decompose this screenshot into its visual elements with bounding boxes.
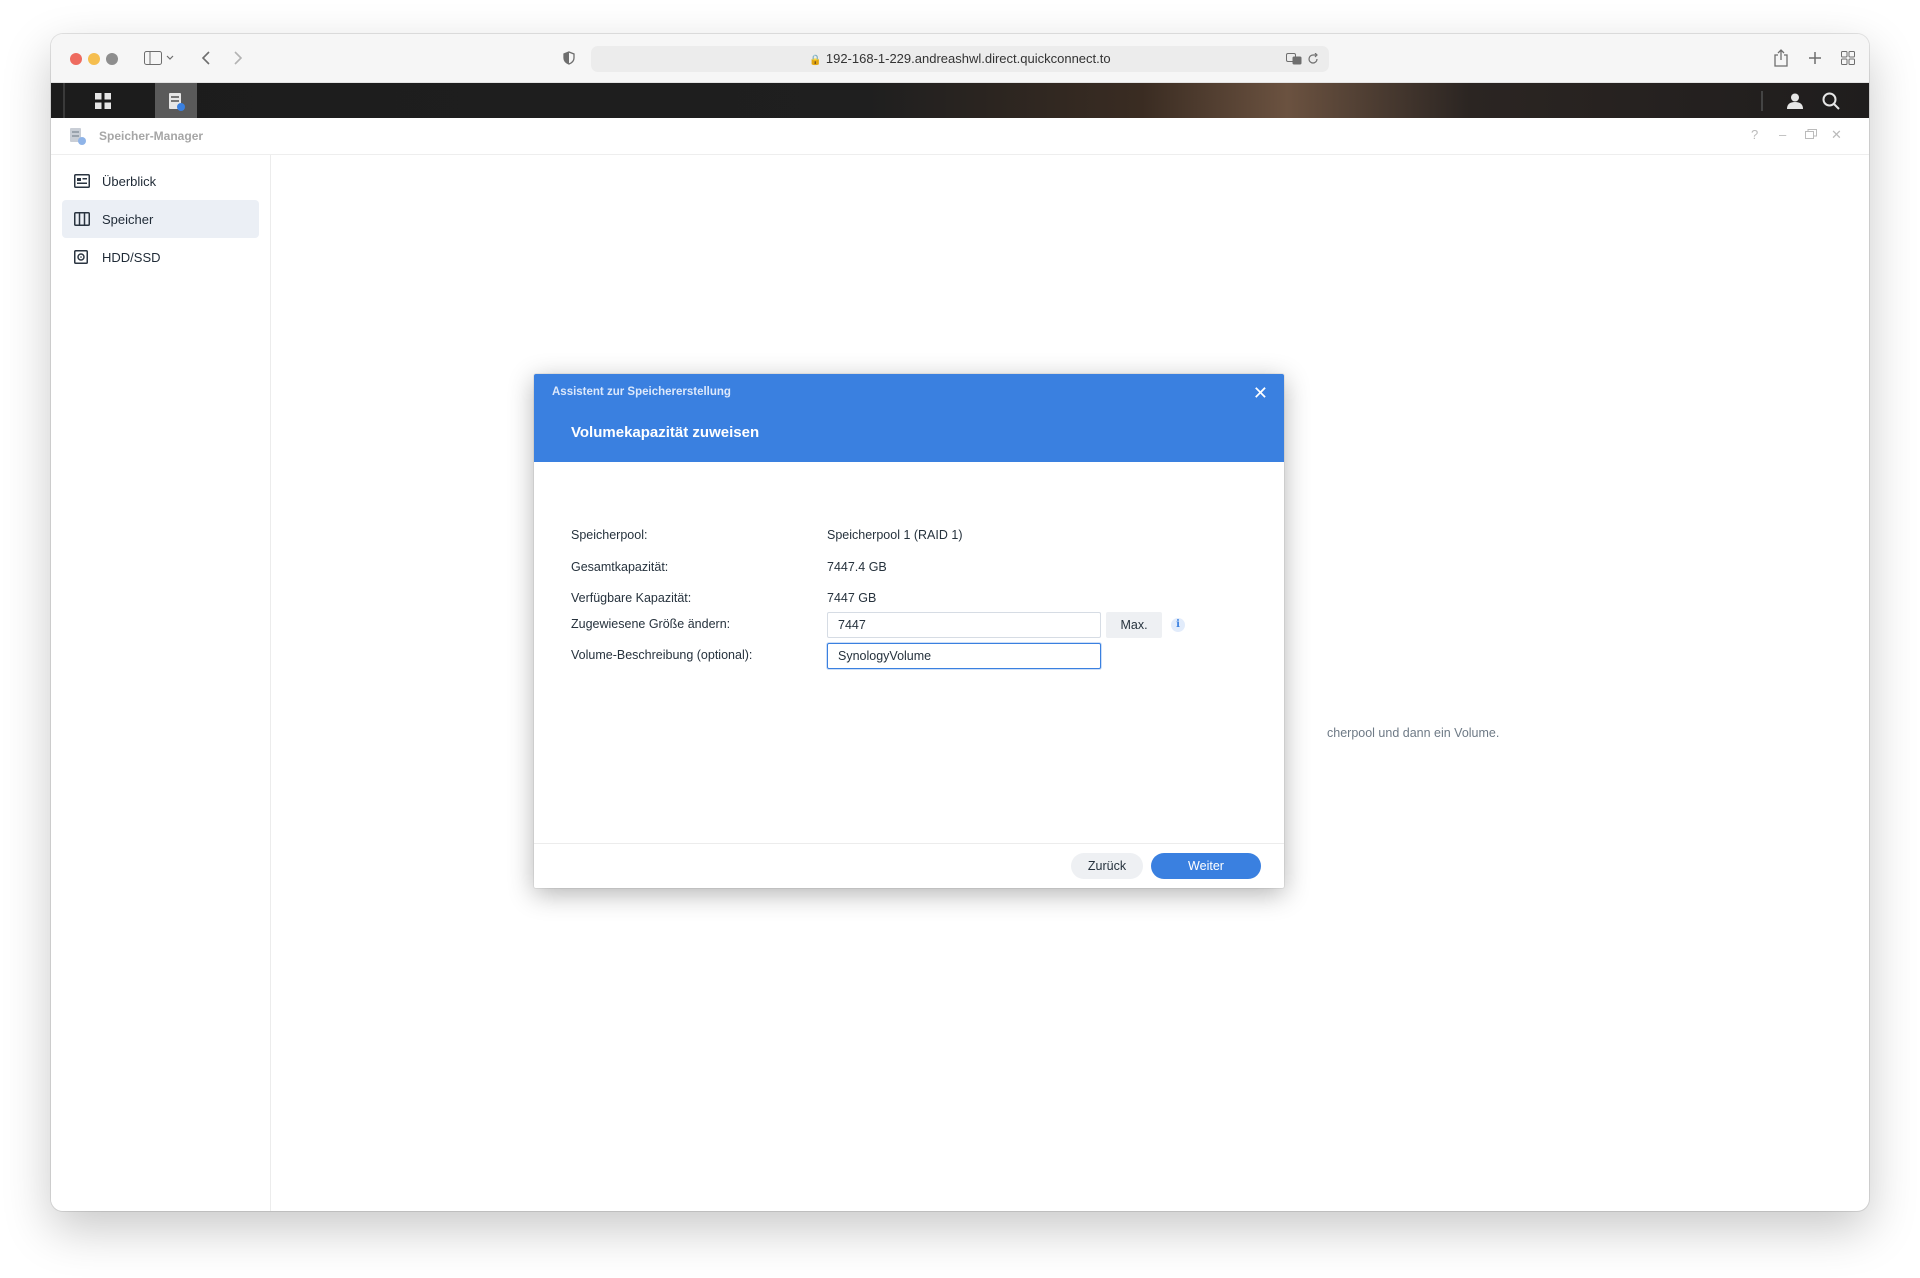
empty-state-message: cherpool und dann ein Volume. [1327, 726, 1500, 740]
field-row-available: Verfügbare Kapazität: 7447 GB [571, 586, 1251, 612]
field-row-size: Zugewiesene Größe ändern: Max. i [571, 612, 1251, 638]
zoom-window-button[interactable] [106, 53, 118, 65]
volume-description-label: Volume-Beschreibung (optional): [571, 648, 753, 662]
dialog-header: Assistent zur Speichererstellung ✕ Volum… [534, 374, 1284, 462]
translate-icon[interactable] [1285, 49, 1303, 69]
restore-app-icon[interactable] [1805, 127, 1817, 142]
privacy-shield-icon[interactable] [561, 48, 577, 68]
dsm-taskbar [51, 83, 1869, 118]
dialog-footer: Zurück Weiter [534, 843, 1284, 888]
next-button[interactable]: Weiter [1151, 853, 1261, 879]
disk-icon [74, 250, 92, 264]
url-text: 192-168-1-229.andreashwl.direct.quickcon… [825, 51, 1111, 66]
field-row-description: Volume-Beschreibung (optional): [571, 643, 1251, 669]
sidebar-toggle-icon[interactable] [142, 48, 176, 68]
field-row-total: Gesamtkapazität: 7447.4 GB [571, 555, 1251, 581]
lock-icon: 🔒 [809, 55, 822, 66]
app-header: Speicher-Manager ? – ✕ [51, 118, 1869, 155]
taskbar-divider [63, 83, 65, 118]
wizard-title: Assistent zur Speichererstellung [552, 386, 731, 398]
sidebar-item-label: Speicher [102, 211, 154, 227]
sidebar: Überblick Speicher HDD/SSD [51, 155, 271, 1211]
app-title: Speicher-Manager [99, 129, 204, 143]
reload-icon[interactable] [1305, 49, 1321, 69]
available-capacity-label: Verfügbare Kapazität: [571, 591, 692, 605]
field-row-pool: Speicherpool: Speicherpool 1 (RAID 1) [571, 523, 1251, 549]
storage-manager-app-icon [68, 126, 88, 151]
back-button[interactable]: Zurück [1071, 853, 1143, 879]
taskbar-divider-right [1761, 91, 1763, 111]
pool-value: Speicherpool 1 (RAID 1) [827, 528, 963, 542]
new-tab-icon[interactable] [1807, 48, 1823, 68]
available-capacity-value: 7447 GB [827, 591, 877, 605]
total-capacity-value: 7447.4 GB [827, 560, 887, 574]
sidebar-item-storage[interactable]: Speicher [62, 200, 259, 238]
pool-label: Speicherpool: [571, 528, 648, 542]
volume-description-input[interactable] [827, 643, 1101, 669]
step-title: Volumekapazität zuweisen [571, 424, 760, 441]
max-size-button[interactable]: Max. [1106, 612, 1162, 638]
overview-icon [74, 174, 92, 188]
help-icon[interactable]: ? [1751, 127, 1758, 142]
sidebar-item-label: Überblick [102, 173, 157, 189]
allocated-size-label: Zugewiesene Größe ändern: [571, 617, 731, 631]
allocated-size-input[interactable] [827, 612, 1101, 638]
browser-toolbar: 🔒 192-168-1-229.andreashwl.direct.quickco… [51, 34, 1869, 83]
storage-wizard-dialog: Assistent zur Speichererstellung ✕ Volum… [534, 374, 1284, 888]
tab-overview-icon[interactable] [1840, 48, 1856, 68]
sidebar-item-label: HDD/SSD [102, 249, 161, 265]
main-menu-icon[interactable] [81, 83, 125, 118]
search-icon[interactable] [1818, 83, 1844, 118]
back-arrow-icon[interactable] [198, 48, 214, 68]
address-bar[interactable]: 🔒 192-168-1-229.andreashwl.direct.quickco… [591, 46, 1329, 72]
total-capacity-label: Gesamtkapazität: [571, 560, 669, 574]
dialog-close-icon[interactable]: ✕ [1253, 383, 1268, 404]
minimize-window-button[interactable] [88, 53, 100, 65]
storage-manager-task-icon[interactable] [155, 83, 197, 118]
minimize-app-icon[interactable]: – [1779, 127, 1786, 142]
close-app-icon[interactable]: ✕ [1831, 127, 1842, 143]
sidebar-item-hdd-ssd[interactable]: HDD/SSD [62, 238, 259, 276]
close-window-button[interactable] [70, 53, 82, 65]
user-icon[interactable] [1782, 83, 1808, 118]
forward-arrow-icon[interactable] [230, 48, 246, 68]
info-icon[interactable]: i [1171, 618, 1185, 632]
storage-icon [74, 212, 92, 226]
share-icon[interactable] [1773, 48, 1789, 68]
sidebar-item-overview[interactable]: Überblick [62, 162, 259, 200]
